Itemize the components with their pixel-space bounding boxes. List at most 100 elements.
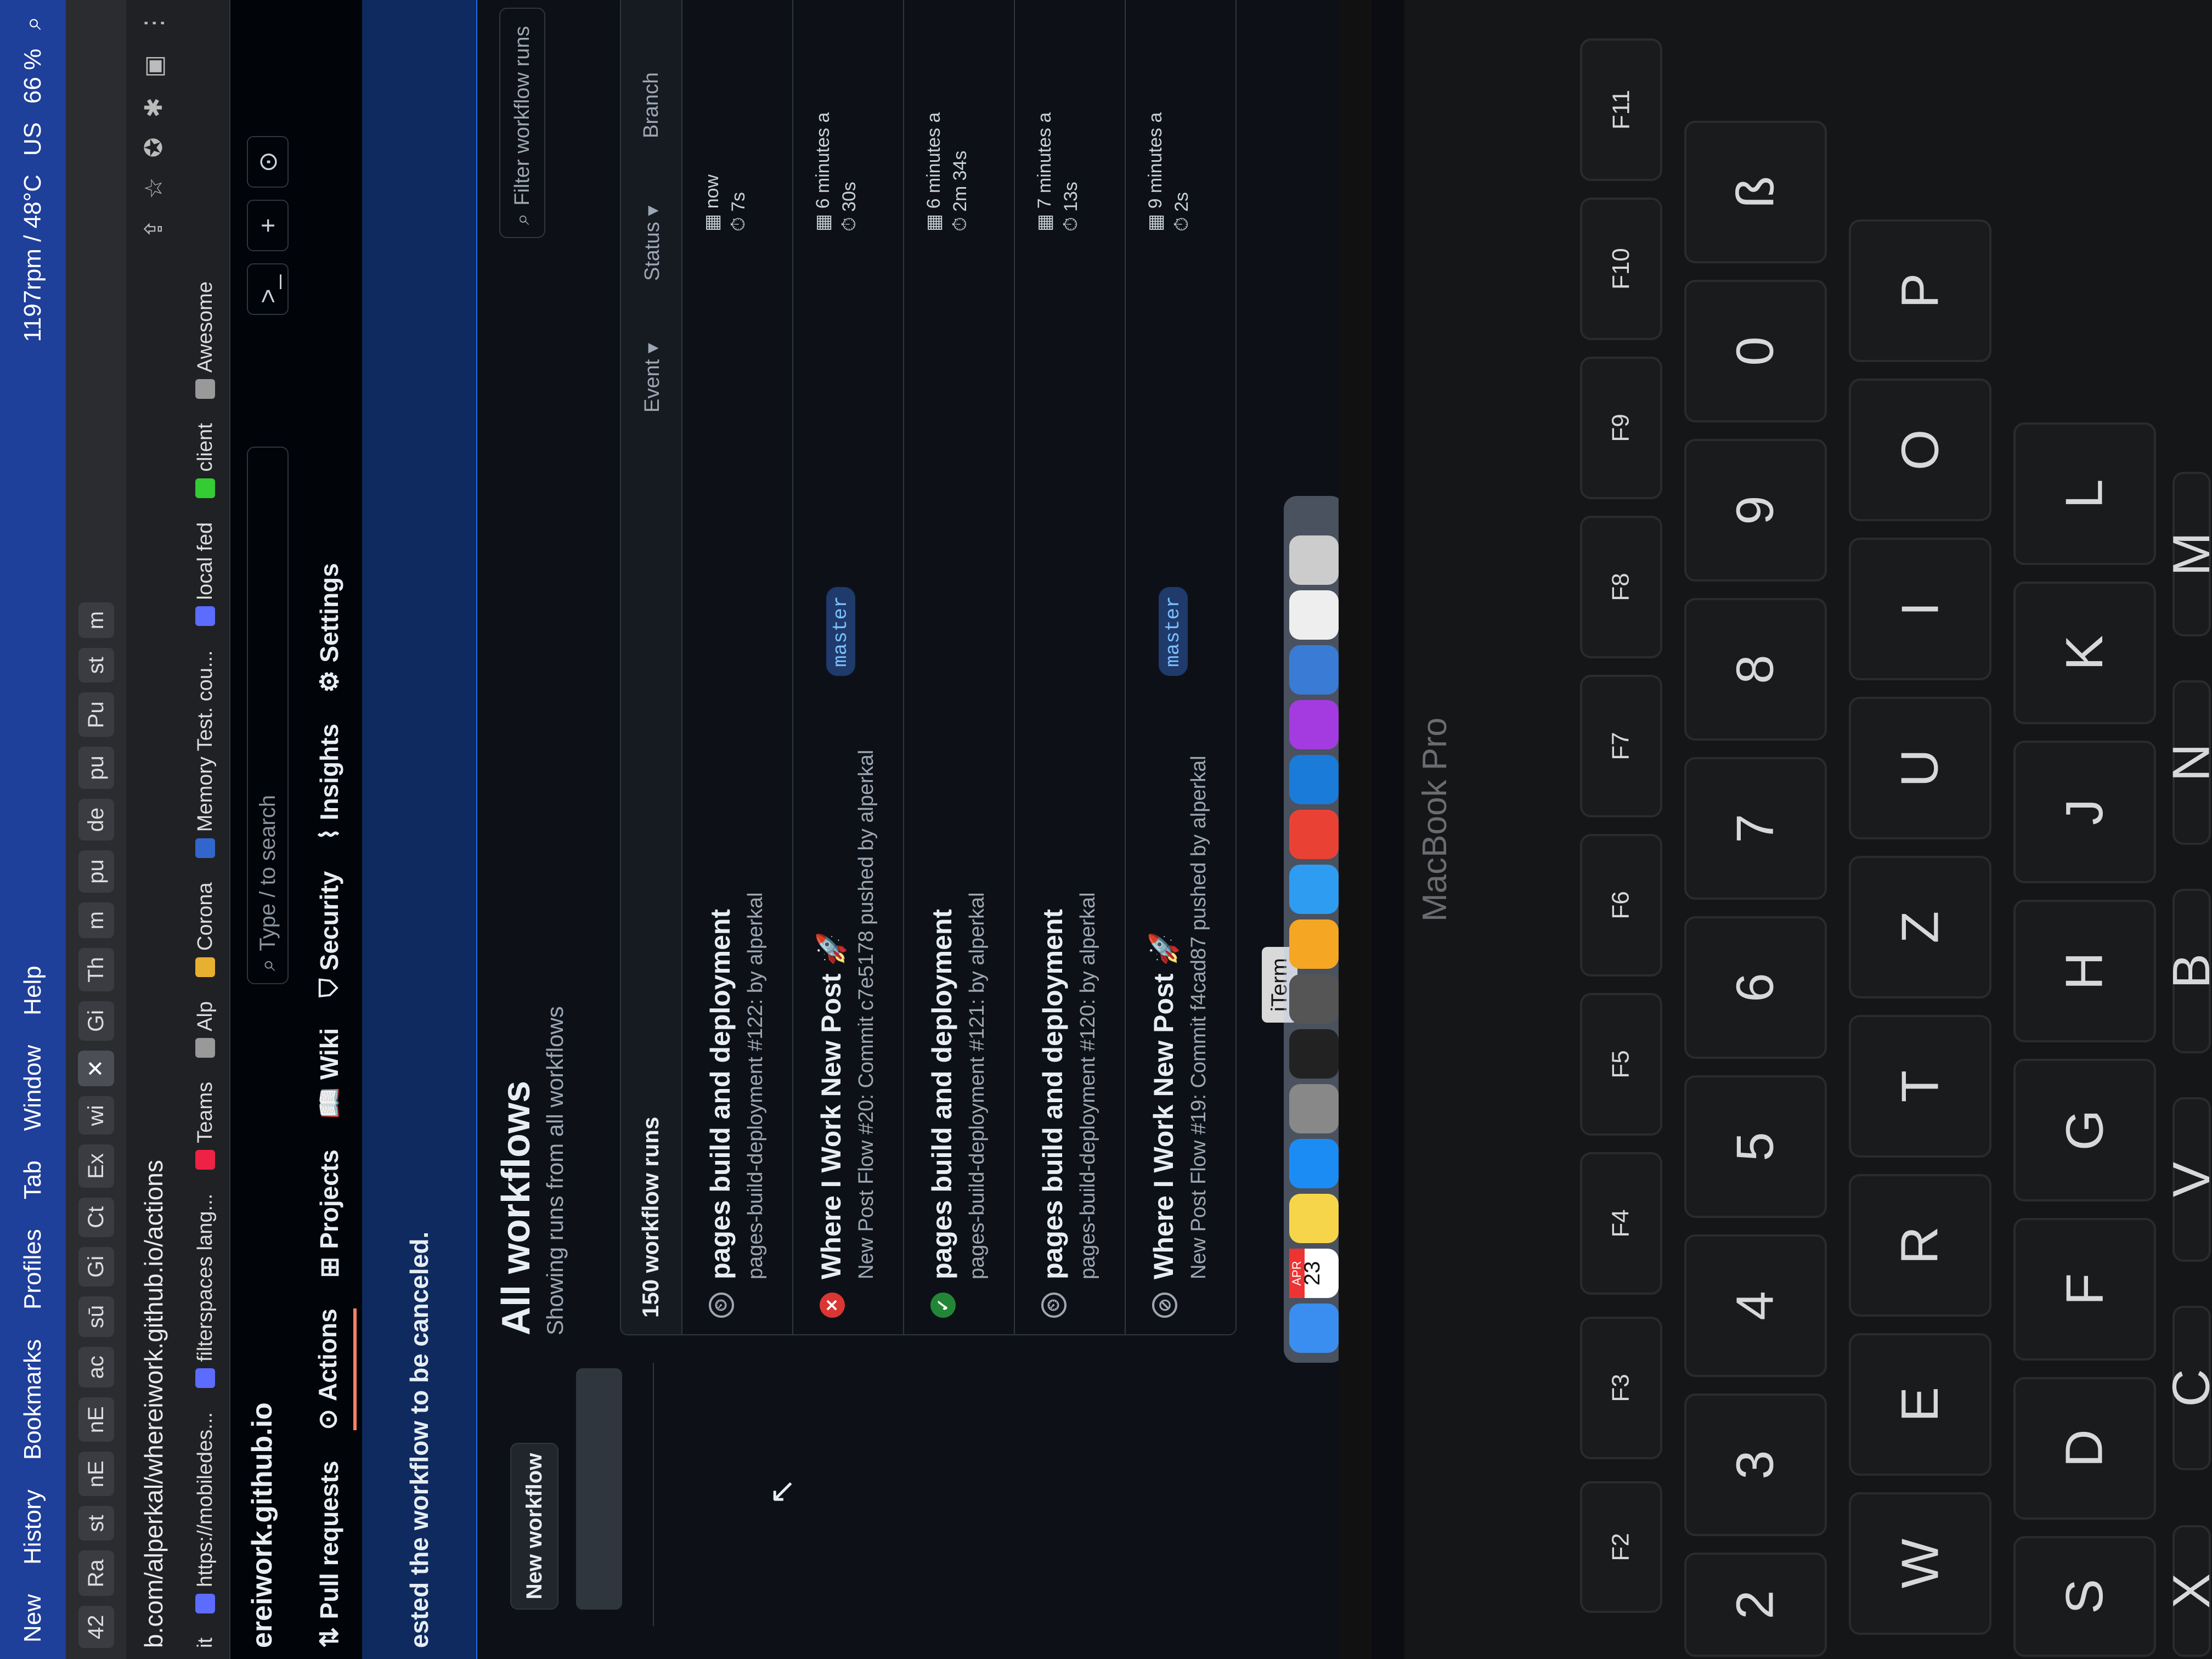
key[interactable]: 9: [1684, 439, 1827, 582]
menu-tab[interactable]: Tab: [19, 1160, 47, 1199]
key[interactable]: F6: [1580, 834, 1662, 977]
workflow-run-row[interactable]: ✕ Where I Work New Post 🚀 New Post Flow …: [793, 0, 904, 1334]
app-store-icon[interactable]: [1289, 1139, 1339, 1188]
applications-folder-icon[interactable]: [1289, 645, 1339, 695]
tab-actions[interactable]: ⊙ Actions: [313, 1308, 357, 1430]
workflow-run-row[interactable]: ⏲ pages build and deployment pages-build…: [1015, 0, 1126, 1334]
workflow-run-row[interactable]: ✓ pages build and deployment pages-build…: [904, 0, 1015, 1334]
star-icon[interactable]: ☆: [140, 177, 168, 199]
window-icon[interactable]: ▣: [140, 55, 168, 78]
repo-name[interactable]: ereiwork.github.io: [246, 1402, 279, 1648]
key[interactable]: V: [2162, 1097, 2212, 1262]
key[interactable]: S: [2013, 1536, 2156, 1657]
key[interactable]: 6: [1684, 916, 1827, 1059]
menu-new[interactable]: New: [19, 1594, 47, 1643]
bookmark[interactable]: https://mobiledes...: [194, 1412, 217, 1613]
browser-tab[interactable]: ac: [78, 1347, 114, 1388]
key[interactable]: E: [1849, 1333, 1991, 1476]
menu-window[interactable]: Window: [19, 1045, 47, 1131]
run-title[interactable]: Where I Work New Post 🚀: [1148, 932, 1180, 1279]
key[interactable]: F2: [1580, 1481, 1662, 1613]
menu-profiles[interactable]: Profiles: [19, 1229, 47, 1310]
notes-icon[interactable]: [1289, 1194, 1339, 1243]
browser-tab-active[interactable]: ✕: [78, 1050, 114, 1087]
extension-icon[interactable]: ✪: [140, 137, 168, 157]
menu-icon[interactable]: ⋮: [140, 11, 168, 35]
event-filter[interactable]: Event ▾: [640, 343, 664, 413]
chrome-icon[interactable]: [1289, 810, 1339, 859]
new-workflow-button[interactable]: New workflow: [510, 1443, 558, 1610]
status-filter[interactable]: Status ▾: [640, 206, 664, 281]
branch-badge[interactable]: master: [826, 587, 855, 676]
tab-projects[interactable]: ⊞ Projects: [313, 1149, 357, 1278]
browser-tab[interactable]: pu: [78, 747, 114, 789]
key[interactable]: F10: [1580, 198, 1662, 340]
run-title[interactable]: pages build and deployment: [1037, 909, 1069, 1279]
key[interactable]: 4: [1684, 1234, 1827, 1377]
activity-monitor-icon[interactable]: [1289, 974, 1339, 1024]
key[interactable]: 3: [1684, 1393, 1827, 1536]
key[interactable]: W: [1849, 1492, 1991, 1635]
safari-icon[interactable]: [1289, 865, 1339, 914]
menu-history[interactable]: History: [19, 1489, 47, 1565]
puzzle-icon[interactable]: ✱: [140, 98, 168, 118]
key[interactable]: F4: [1580, 1152, 1662, 1295]
bookmark[interactable]: Memory Test. cou...: [194, 650, 217, 859]
browser-tab[interactable]: 42: [78, 1606, 114, 1648]
search-icon[interactable]: ⌕: [19, 16, 47, 30]
command-palette-icon[interactable]: >_: [247, 263, 289, 315]
browser-tab[interactable]: m: [78, 902, 114, 939]
key[interactable]: U: [1849, 697, 1991, 839]
trash-icon[interactable]: [1289, 535, 1339, 585]
browser-tab[interactable]: Gi: [78, 1246, 114, 1286]
browser-tab[interactable]: nE: [78, 1452, 114, 1497]
browser-tab[interactable]: Gi: [78, 1001, 114, 1041]
bookmark[interactable]: Corona: [194, 882, 217, 977]
key[interactable]: F3: [1580, 1317, 1662, 1459]
key[interactable]: I: [1849, 538, 1991, 680]
calendar-icon[interactable]: APR 23: [1289, 1249, 1339, 1298]
key[interactable]: 2: [1684, 1553, 1827, 1657]
browser-tab[interactable]: nE: [78, 1397, 114, 1442]
fan-temp-status[interactable]: 1197rpm / 48°C: [19, 174, 47, 342]
url-field[interactable]: b.com/alperkal/whereiwork.github.io/acti…: [139, 1160, 168, 1648]
bookmark[interactable]: Teams: [194, 1082, 217, 1170]
bookmark[interactable]: client: [194, 423, 217, 498]
vscode-icon[interactable]: [1289, 755, 1339, 804]
branch-filter[interactable]: Branch: [640, 72, 663, 138]
browser-tab[interactable]: Ex: [78, 1144, 114, 1188]
finder-icon[interactable]: [1289, 1304, 1339, 1353]
key[interactable]: C: [2162, 1306, 2212, 1470]
key[interactable]: 8: [1684, 598, 1827, 741]
run-title[interactable]: pages build and deployment: [926, 909, 958, 1279]
browser-tab[interactable]: pu: [78, 850, 114, 893]
key[interactable]: F8: [1580, 516, 1662, 658]
key[interactable]: H: [2013, 900, 2156, 1042]
key[interactable]: N: [2162, 680, 2212, 845]
menu-bookmarks[interactable]: Bookmarks: [19, 1339, 47, 1460]
key[interactable]: Z: [1849, 856, 1991, 998]
share-icon[interactable]: ⇪: [140, 219, 168, 239]
messenger-icon[interactable]: [1289, 700, 1339, 749]
key[interactable]: L: [2013, 422, 2156, 565]
key[interactable]: 7: [1684, 757, 1827, 900]
tab-pull-requests[interactable]: ⇅ Pull requests: [313, 1461, 357, 1648]
key[interactable]: M: [2162, 472, 2212, 636]
browser-tab[interactable]: wi: [78, 1096, 114, 1135]
system-preferences-icon[interactable]: [1289, 1084, 1339, 1133]
key[interactable]: B: [2162, 889, 2212, 1053]
browser-tab[interactable]: st: [78, 1506, 114, 1541]
key[interactable]: ß: [1684, 121, 1827, 263]
key[interactable]: P: [1849, 219, 1991, 362]
key[interactable]: X: [2162, 1525, 2212, 1657]
tab-security[interactable]: ⛉ Security: [313, 871, 357, 997]
battery-percent[interactable]: 66 %: [19, 49, 47, 104]
create-new-icon[interactable]: +: [247, 200, 289, 251]
browser-tab[interactable]: Ct: [78, 1197, 114, 1237]
workflow-run-row[interactable]: ⊘ Where I Work New Post 🚀 New Post Flow …: [1126, 0, 1235, 1334]
key[interactable]: D: [2013, 1377, 2156, 1520]
key[interactable]: J: [2013, 741, 2156, 883]
preview-icon[interactable]: [1289, 590, 1339, 640]
key[interactable]: F: [2013, 1218, 2156, 1361]
browser-tab[interactable]: m: [78, 602, 114, 639]
